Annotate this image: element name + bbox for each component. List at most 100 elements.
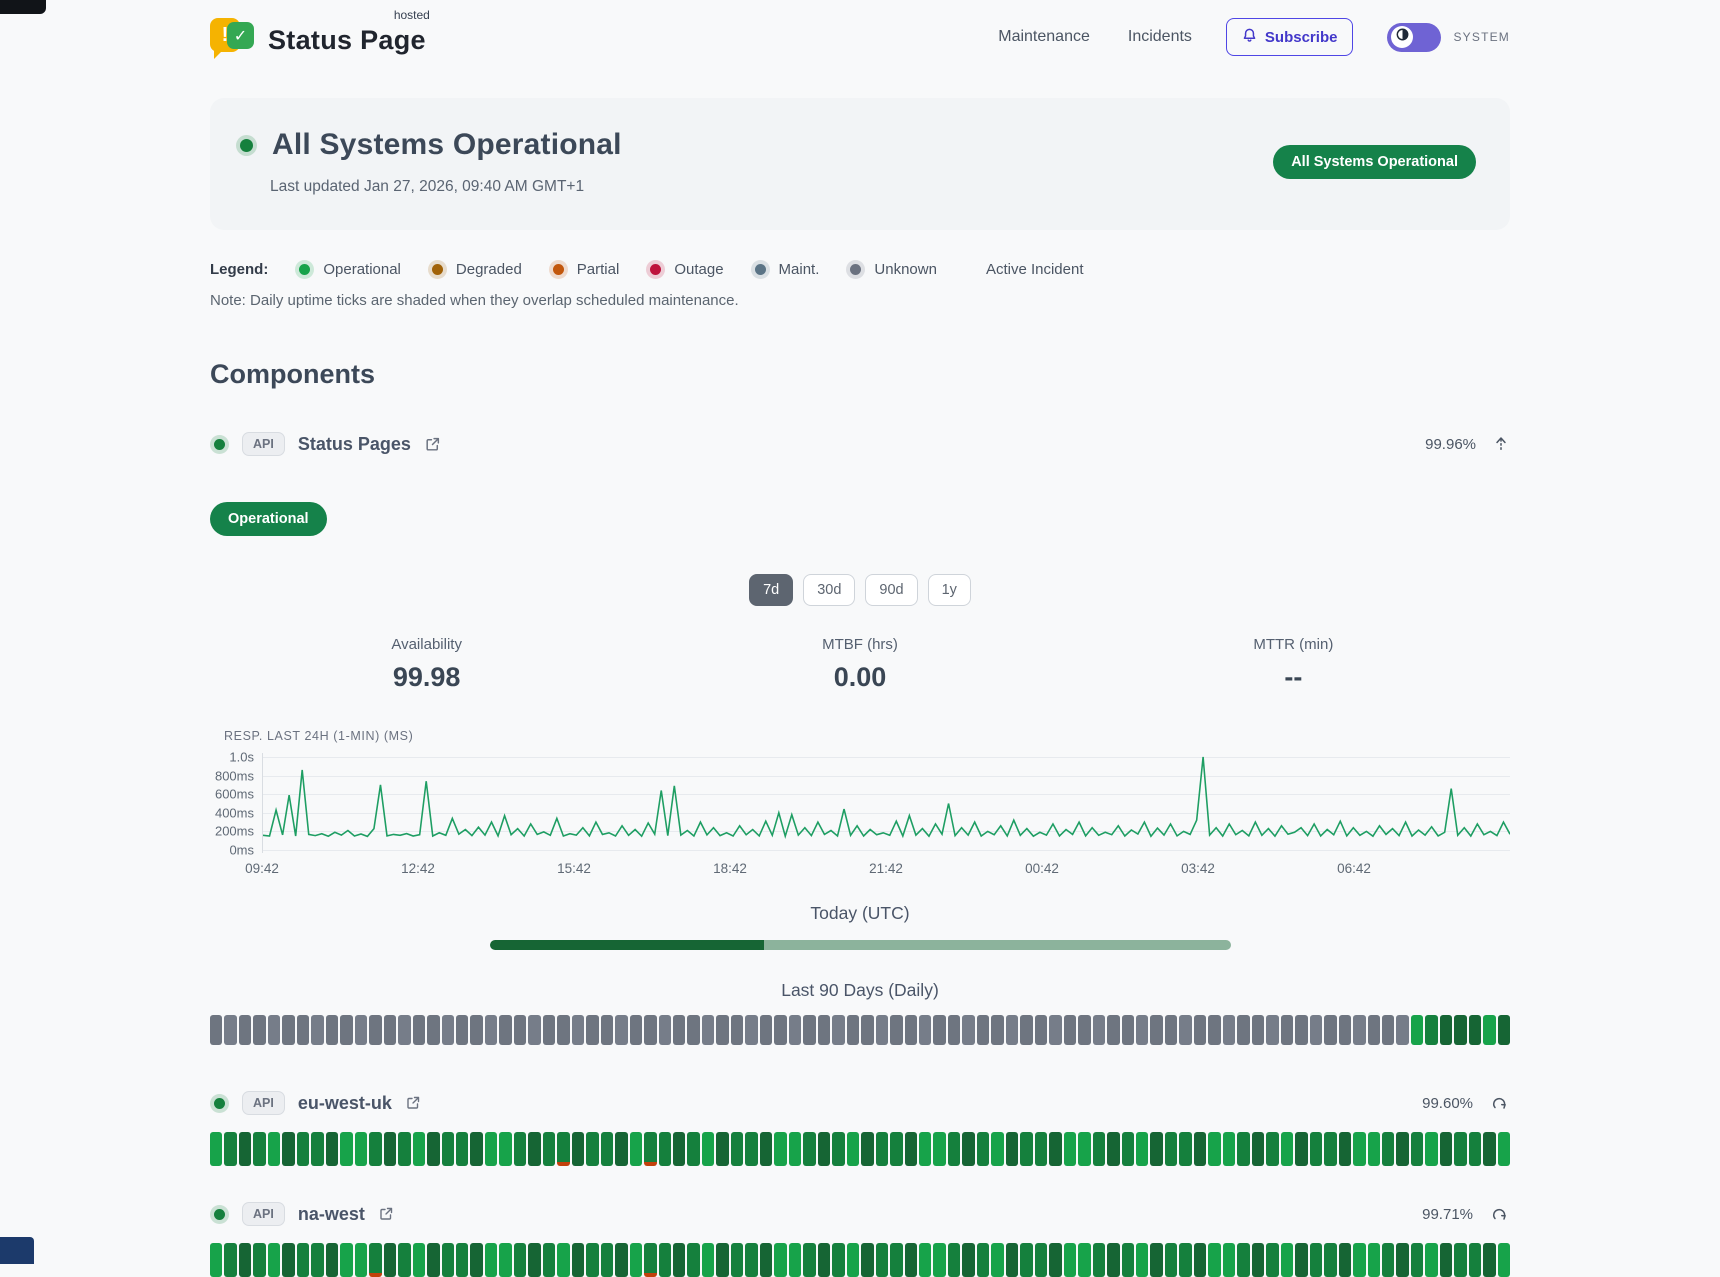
uptime-tick[interactable] <box>1064 1132 1076 1166</box>
uptime-tick[interactable] <box>630 1132 642 1166</box>
uptime-tick[interactable] <box>1064 1243 1076 1277</box>
external-link-icon[interactable] <box>405 1095 421 1111</box>
uptime-tick[interactable] <box>1339 1243 1351 1277</box>
uptime-tick[interactable] <box>760 1243 772 1277</box>
uptime-tick[interactable] <box>1469 1243 1481 1277</box>
uptime-tick[interactable] <box>1310 1015 1322 1045</box>
uptime-tick[interactable] <box>716 1243 728 1277</box>
uptime-tick[interactable] <box>1208 1132 1220 1166</box>
uptime-tick[interactable] <box>1223 1243 1235 1277</box>
uptime-tick[interactable] <box>1382 1132 1394 1166</box>
theme-toggle[interactable] <box>1387 23 1441 52</box>
uptime-tick[interactable] <box>514 1243 526 1277</box>
uptime-tick[interactable] <box>905 1015 917 1045</box>
uptime-tick[interactable] <box>1165 1015 1177 1045</box>
uptime-tick[interactable] <box>586 1132 598 1166</box>
uptime-tick[interactable] <box>1454 1243 1466 1277</box>
uptime-tick[interactable] <box>427 1132 439 1166</box>
uptime-tick[interactable] <box>311 1132 323 1166</box>
uptime-tick[interactable] <box>1324 1015 1336 1045</box>
uptime-tick[interactable] <box>890 1015 902 1045</box>
uptime-tick[interactable] <box>933 1132 945 1166</box>
uptime-tick[interactable] <box>543 1132 555 1166</box>
uptime-tick[interactable] <box>991 1243 1003 1277</box>
uptime-tick[interactable] <box>1035 1132 1047 1166</box>
uptime-tick[interactable] <box>557 1243 569 1277</box>
uptime-tick[interactable] <box>861 1132 873 1166</box>
uptime-tick[interactable] <box>1194 1015 1206 1045</box>
uptime-tick[interactable] <box>355 1132 367 1166</box>
uptime-tick[interactable] <box>1150 1243 1162 1277</box>
uptime-tick[interactable] <box>210 1243 222 1277</box>
uptime-tick[interactable] <box>239 1015 251 1045</box>
uptime-tick[interactable] <box>1469 1015 1481 1045</box>
uptime-tick[interactable] <box>962 1243 974 1277</box>
uptime-tick[interactable] <box>1425 1015 1437 1045</box>
uptime-tick[interactable] <box>1006 1015 1018 1045</box>
uptime-tick[interactable] <box>919 1132 931 1166</box>
uptime-tick[interactable] <box>398 1243 410 1277</box>
uptime-tick[interactable] <box>1194 1243 1206 1277</box>
uptime-tick[interactable] <box>687 1132 699 1166</box>
uptime-tick[interactable] <box>644 1132 656 1166</box>
uptime-tick[interactable] <box>919 1243 931 1277</box>
uptime-tick[interactable] <box>789 1132 801 1166</box>
uptime-tick[interactable] <box>1006 1243 1018 1277</box>
uptime-tick[interactable] <box>876 1243 888 1277</box>
uptime-tick[interactable] <box>861 1015 873 1045</box>
uptime-tick[interactable] <box>933 1243 945 1277</box>
uptime-tick[interactable] <box>528 1132 540 1166</box>
uptime-tick[interactable] <box>239 1243 251 1277</box>
uptime-tick[interactable] <box>442 1132 454 1166</box>
uptime-tick[interactable] <box>774 1243 786 1277</box>
uptime-tick[interactable] <box>1136 1243 1148 1277</box>
uptime-tick[interactable] <box>1136 1015 1148 1045</box>
external-link-icon[interactable] <box>378 1206 394 1222</box>
uptime-tick[interactable] <box>673 1132 685 1166</box>
uptime-tick[interactable] <box>601 1132 613 1166</box>
uptime-tick[interactable] <box>456 1015 468 1045</box>
uptime-tick[interactable] <box>427 1015 439 1045</box>
uptime-tick[interactable] <box>1324 1243 1336 1277</box>
uptime-tick[interactable] <box>919 1015 931 1045</box>
uptime-tick[interactable] <box>1368 1243 1380 1277</box>
uptime-tick[interactable] <box>413 1015 425 1045</box>
uptime-tick[interactable] <box>1107 1132 1119 1166</box>
uptime-tick[interactable] <box>1020 1132 1032 1166</box>
uptime-tick[interactable] <box>847 1243 859 1277</box>
uptime-tick[interactable] <box>456 1243 468 1277</box>
uptime-tick[interactable] <box>384 1243 396 1277</box>
uptime-tick[interactable] <box>1368 1015 1380 1045</box>
uptime-tick[interactable] <box>413 1132 425 1166</box>
uptime-tick[interactable] <box>586 1243 598 1277</box>
uptime-tick[interactable] <box>1093 1132 1105 1166</box>
uptime-tick[interactable] <box>1035 1015 1047 1045</box>
uptime-tick[interactable] <box>1324 1132 1336 1166</box>
uptime-tick[interactable] <box>948 1132 960 1166</box>
uptime-tick[interactable] <box>398 1132 410 1166</box>
uptime-tick[interactable] <box>297 1243 309 1277</box>
uptime-tick[interactable] <box>1483 1243 1495 1277</box>
uptime-tick[interactable] <box>1208 1243 1220 1277</box>
uptime-tick[interactable] <box>572 1132 584 1166</box>
uptime-tick[interactable] <box>760 1015 772 1045</box>
uptime-tick[interactable] <box>818 1132 830 1166</box>
uptime-tick[interactable] <box>774 1132 786 1166</box>
uptime-tick[interactable] <box>1310 1132 1322 1166</box>
uptime-tick[interactable] <box>601 1015 613 1045</box>
uptime-tick[interactable] <box>1049 1015 1061 1045</box>
uptime-tick[interactable] <box>355 1243 367 1277</box>
uptime-tick[interactable] <box>1353 1243 1365 1277</box>
uptime-tick[interactable] <box>268 1243 280 1277</box>
uptime-tick[interactable] <box>1483 1015 1495 1045</box>
uptime-tick[interactable] <box>1237 1015 1249 1045</box>
uptime-tick[interactable] <box>803 1015 815 1045</box>
uptime-tick[interactable] <box>1252 1132 1264 1166</box>
uptime-tick[interactable] <box>876 1132 888 1166</box>
uptime-tick[interactable] <box>789 1015 801 1045</box>
uptime-tick[interactable] <box>340 1015 352 1045</box>
range-button-1y[interactable]: 1y <box>928 574 971 606</box>
uptime-tick[interactable] <box>1266 1015 1278 1045</box>
uptime-tick[interactable] <box>543 1243 555 1277</box>
uptime-tick[interactable] <box>1107 1015 1119 1045</box>
